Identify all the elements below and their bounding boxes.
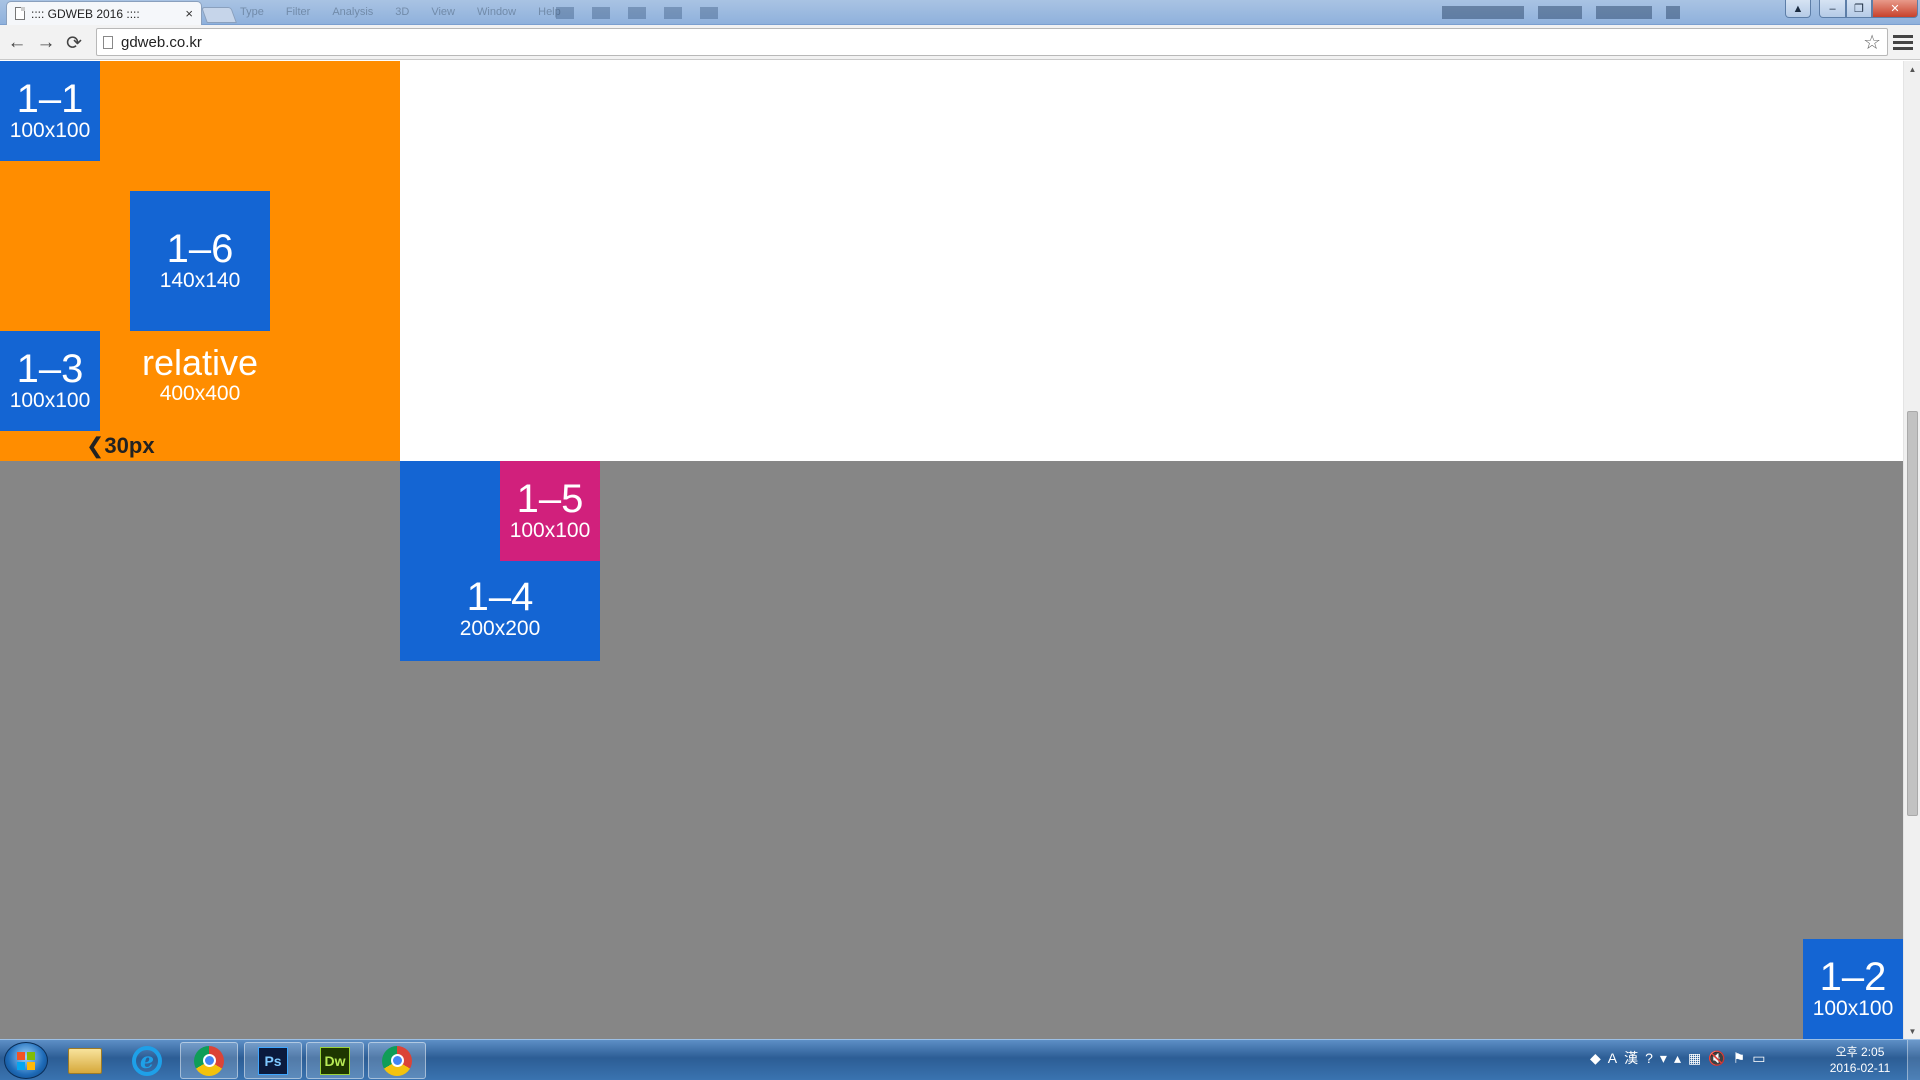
box-size: 200x200 [459, 617, 541, 640]
show-hidden-icons[interactable]: ▴ [1674, 1050, 1681, 1067]
maximize-button[interactable]: ❐ [1846, 0, 1872, 18]
volume-muted-icon[interactable]: 🔇 [1708, 1050, 1725, 1067]
start-button[interactable] [4, 1042, 48, 1079]
box-size: 100x100 [9, 119, 91, 142]
network-icon[interactable]: ▭ [1752, 1050, 1765, 1067]
bg-essentials-button [1442, 6, 1524, 19]
scroll-down-icon[interactable]: ▼ [1904, 1023, 1920, 1039]
page-icon [15, 7, 25, 20]
dreamweaver-icon: Dw [320, 1046, 350, 1075]
hanja-icon[interactable]: 漢 [1624, 1048, 1638, 1068]
windows-taskbar: e Ps Dw ◆ A 漢 ? ▾ ▴ ▦ 🔇 ⚑ ▭ 오후 2:05 2016… [0, 1039, 1920, 1080]
ime-mode-icon[interactable]: A [1608, 1050, 1617, 1066]
new-tab-button[interactable] [201, 7, 237, 23]
page-viewport: relative 400x400 1–1 100x100 1–6 140x140… [0, 61, 1903, 1039]
action-center-flag-icon[interactable]: ⚑ [1733, 1050, 1746, 1067]
box-1-3: 1–3 100x100 [0, 331, 100, 431]
gray-section [0, 461, 1903, 1039]
taskbar-chrome-2[interactable] [368, 1042, 426, 1079]
box-size: 140x140 [159, 269, 241, 292]
bg-menu-item: Analysis [332, 6, 374, 18]
shield-icon[interactable]: ◆ [1590, 1050, 1601, 1067]
vertical-scrollbar[interactable]: ▲ ▼ [1903, 61, 1920, 1039]
box-size: 100x100 [1812, 997, 1894, 1020]
system-clock[interactable]: 오후 2:05 2016-02-11 [1815, 1044, 1905, 1076]
bg-tool-icon [628, 7, 646, 19]
user-profile-icon[interactable]: ▲ [1785, 0, 1811, 18]
page-icon [103, 35, 113, 49]
bg-menu-item: Type [240, 6, 264, 18]
url-text[interactable]: gdweb.co.kr [121, 34, 1863, 51]
photoshop-icon: Ps [258, 1046, 288, 1075]
box-title: 1–6 [166, 227, 234, 271]
relative-box-title: relative [141, 342, 259, 383]
scrollbar-thumb[interactable] [1907, 411, 1918, 816]
title-bar: :::: GDWEB 2016 :::: × Type Filter Analy… [0, 0, 1920, 25]
tab-title: :::: GDWEB 2016 :::: [31, 6, 140, 21]
browser-toolbar: ← → ⟳ gdweb.co.kr ☆ [0, 25, 1920, 60]
taskbar-dreamweaver[interactable]: Dw [306, 1042, 364, 1079]
box-1-2: 1–2 100x100 [1803, 939, 1903, 1039]
chrome-icon [382, 1045, 412, 1076]
bg-menu-item: Window [477, 6, 517, 18]
box-1-5: 1–5 100x100 [500, 461, 600, 561]
relative-box-label: relative 400x400 [100, 344, 300, 406]
box-title: 1–3 [16, 347, 84, 391]
background-app-menu: Type Filter Analysis 3D View Window Help [240, 6, 561, 20]
window-controls: ▲ – ❐ ✕ [1785, 0, 1918, 18]
box-title: 1–1 [16, 77, 84, 121]
box-size: 100x100 [9, 389, 91, 412]
back-button[interactable]: ← [5, 31, 29, 55]
bg-menu-item: 3D [395, 6, 410, 18]
chrome-icon [194, 1045, 224, 1076]
clock-time: 오후 2:05 [1835, 1045, 1885, 1059]
clock-date: 2016-02-11 [1829, 1061, 1891, 1075]
windows-flag-icon[interactable]: ▦ [1688, 1050, 1701, 1067]
background-app-right-controls [1442, 6, 1680, 19]
tray-options-icon[interactable]: ▾ [1660, 1050, 1667, 1067]
relative-box-size: 400x400 [159, 382, 241, 405]
bg-control [1596, 6, 1652, 19]
system-tray: ◆ A 漢 ? ▾ ▴ ▦ 🔇 ⚑ ▭ [1590, 1048, 1765, 1068]
chrome-menu-icon[interactable] [1893, 32, 1913, 52]
bg-tool-icon [592, 7, 610, 19]
help-icon[interactable]: ? [1645, 1050, 1653, 1066]
box-title: 1–4 [466, 575, 534, 619]
bg-control [1538, 6, 1582, 19]
taskbar-internet-explorer[interactable]: e [118, 1042, 176, 1079]
bookmark-star-icon[interactable]: ☆ [1863, 30, 1881, 55]
gap-30px-label: ❮30px [86, 433, 155, 458]
taskbar-explorer[interactable] [56, 1042, 114, 1079]
taskbar-photoshop[interactable]: Ps [244, 1042, 302, 1079]
tab-close-icon[interactable]: × [185, 6, 193, 21]
bg-tool-icon [664, 7, 682, 19]
scroll-up-icon[interactable]: ▲ [1904, 61, 1920, 77]
bg-menu-item: Filter [285, 6, 311, 18]
bg-control [1666, 6, 1680, 19]
box-1-1: 1–1 100x100 [0, 61, 100, 161]
ie-icon: e [132, 1045, 162, 1076]
address-bar[interactable]: gdweb.co.kr ☆ [96, 28, 1888, 56]
reload-button[interactable]: ⟳ [62, 31, 86, 55]
minimize-button[interactable]: – [1819, 0, 1846, 18]
box-title: 1–5 [516, 477, 584, 521]
bg-tool-icon [556, 7, 574, 19]
browser-tab[interactable]: :::: GDWEB 2016 :::: × [6, 1, 202, 25]
forward-button[interactable]: → [34, 31, 58, 55]
box-size: 100x100 [509, 519, 591, 542]
taskbar-chrome[interactable] [180, 1042, 238, 1079]
bg-menu-item: View [431, 6, 455, 18]
windows-logo-icon [17, 1051, 35, 1070]
close-button[interactable]: ✕ [1872, 0, 1918, 18]
background-app-toolbar [556, 7, 718, 19]
bg-tool-icon [700, 7, 718, 19]
folder-icon [68, 1047, 102, 1074]
box-title: 1–2 [1819, 955, 1887, 999]
show-desktop-button[interactable] [1907, 1040, 1920, 1080]
box-1-6: 1–6 140x140 [130, 191, 270, 331]
